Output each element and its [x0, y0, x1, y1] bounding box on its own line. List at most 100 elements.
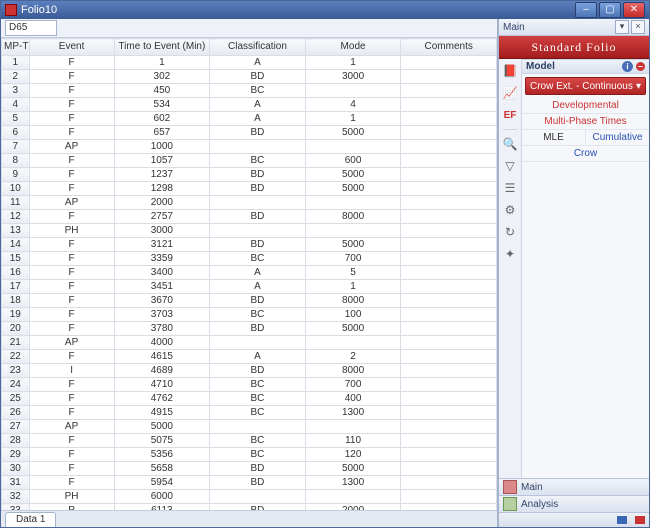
- cell[interactable]: 4710: [114, 378, 210, 392]
- col-mode[interactable]: Mode: [305, 39, 401, 56]
- row-header[interactable]: 13: [2, 224, 30, 238]
- cell[interactable]: BC: [210, 252, 306, 266]
- cell[interactable]: A: [210, 112, 306, 126]
- row-header[interactable]: 30: [2, 462, 30, 476]
- cell[interactable]: PH: [29, 490, 114, 504]
- cell[interactable]: [401, 364, 497, 378]
- cell[interactable]: [401, 490, 497, 504]
- cell[interactable]: 1300: [305, 476, 401, 490]
- cell[interactable]: 3780: [114, 322, 210, 336]
- col-tte[interactable]: Time to Event (Min): [114, 39, 210, 56]
- cell[interactable]: BD: [210, 364, 306, 378]
- row-header[interactable]: 6: [2, 126, 30, 140]
- cell[interactable]: BD: [210, 168, 306, 182]
- cell[interactable]: 4762: [114, 392, 210, 406]
- minimize-button[interactable]: –: [575, 2, 597, 18]
- cell[interactable]: [401, 168, 497, 182]
- cell[interactable]: BC: [210, 392, 306, 406]
- cell[interactable]: [305, 196, 401, 210]
- cell[interactable]: [401, 224, 497, 238]
- cell[interactable]: F: [29, 154, 114, 168]
- cell[interactable]: BD: [210, 462, 306, 476]
- row-header[interactable]: 15: [2, 252, 30, 266]
- cell[interactable]: F: [29, 406, 114, 420]
- row-header[interactable]: 4: [2, 98, 30, 112]
- cell[interactable]: [210, 196, 306, 210]
- row-header[interactable]: 5: [2, 112, 30, 126]
- cell[interactable]: BC: [210, 378, 306, 392]
- row-header[interactable]: 11: [2, 196, 30, 210]
- cell[interactable]: A: [210, 98, 306, 112]
- grid-scroll-area[interactable]: MP-T Event Time to Event (Min) Classific…: [1, 38, 497, 510]
- row-header[interactable]: 18: [2, 294, 30, 308]
- cell[interactable]: 5356: [114, 448, 210, 462]
- cell[interactable]: [401, 392, 497, 406]
- cell[interactable]: [401, 112, 497, 126]
- cell[interactable]: 2000: [114, 196, 210, 210]
- row-header[interactable]: 26: [2, 406, 30, 420]
- cell[interactable]: BC: [210, 154, 306, 168]
- cell[interactable]: 3451: [114, 280, 210, 294]
- cell[interactable]: 1: [305, 280, 401, 294]
- row-header[interactable]: 17: [2, 280, 30, 294]
- cell[interactable]: BC: [210, 308, 306, 322]
- col-mpt[interactable]: MP-T: [2, 39, 30, 56]
- sheet-tab-data1[interactable]: Data 1: [5, 512, 56, 527]
- cell[interactable]: F: [29, 308, 114, 322]
- panel-dropdown-icon[interactable]: ▾: [615, 20, 629, 34]
- cell[interactable]: F: [29, 98, 114, 112]
- info-icon[interactable]: i: [622, 61, 633, 72]
- cell[interactable]: [210, 420, 306, 434]
- row-header[interactable]: 19: [2, 308, 30, 322]
- cell[interactable]: 1237: [114, 168, 210, 182]
- cell[interactable]: [305, 420, 401, 434]
- cell[interactable]: 1000: [114, 140, 210, 154]
- cell[interactable]: 3670: [114, 294, 210, 308]
- tool-list-icon[interactable]: ☰: [502, 180, 518, 196]
- row-header[interactable]: 10: [2, 182, 30, 196]
- cell[interactable]: BD: [210, 322, 306, 336]
- cell[interactable]: A: [210, 56, 306, 70]
- cell[interactable]: 3359: [114, 252, 210, 266]
- row-header[interactable]: 31: [2, 476, 30, 490]
- tool-book-icon[interactable]: 📕: [502, 63, 518, 79]
- link-multi-phase-times[interactable]: Multi-Phase Times: [522, 114, 649, 130]
- cell[interactable]: 5000: [305, 462, 401, 476]
- cell[interactable]: 1: [305, 112, 401, 126]
- cell[interactable]: A: [210, 350, 306, 364]
- model-dropdown[interactable]: Crow Ext. - Continuous ▾: [525, 77, 646, 95]
- cell[interactable]: [401, 308, 497, 322]
- row-header[interactable]: 27: [2, 420, 30, 434]
- cell[interactable]: F: [29, 238, 114, 252]
- cell[interactable]: BD: [210, 294, 306, 308]
- cell[interactable]: [401, 56, 497, 70]
- maximize-button[interactable]: ▢: [599, 2, 621, 18]
- cell[interactable]: 120: [305, 448, 401, 462]
- cell[interactable]: 5075: [114, 434, 210, 448]
- cell[interactable]: [210, 490, 306, 504]
- tool-gear-icon[interactable]: ⚙: [502, 202, 518, 218]
- cell[interactable]: 5000: [305, 238, 401, 252]
- row-header[interactable]: 12: [2, 210, 30, 224]
- cell[interactable]: BC: [210, 84, 306, 98]
- cell[interactable]: F: [29, 182, 114, 196]
- cell[interactable]: 602: [114, 112, 210, 126]
- row-header[interactable]: 7: [2, 140, 30, 154]
- cell[interactable]: F: [29, 252, 114, 266]
- cell[interactable]: 5000: [305, 126, 401, 140]
- cell[interactable]: 3703: [114, 308, 210, 322]
- cell[interactable]: 1: [305, 56, 401, 70]
- cell[interactable]: [401, 252, 497, 266]
- cell[interactable]: [210, 224, 306, 238]
- cell[interactable]: F: [29, 168, 114, 182]
- cell[interactable]: [401, 476, 497, 490]
- row-header[interactable]: 28: [2, 434, 30, 448]
- cell[interactable]: F: [29, 392, 114, 406]
- row-header[interactable]: 24: [2, 378, 30, 392]
- cell[interactable]: 8000: [305, 294, 401, 308]
- cell[interactable]: [401, 434, 497, 448]
- cell[interactable]: [401, 350, 497, 364]
- cell[interactable]: 657: [114, 126, 210, 140]
- cell[interactable]: F: [29, 84, 114, 98]
- cell[interactable]: A: [210, 280, 306, 294]
